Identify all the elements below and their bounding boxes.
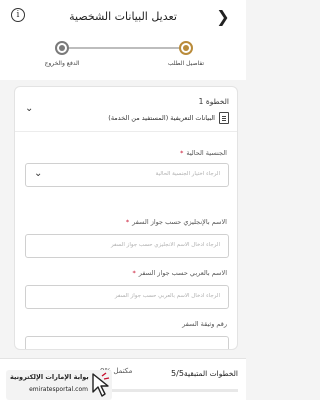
step-label-payment: الدفع والخروج: [44, 60, 80, 67]
watermark-url: emiratesportal.com: [29, 386, 88, 393]
chevron-down-icon: ⌄: [34, 168, 43, 179]
steps-count: 5/5: [171, 369, 184, 378]
english-name-label: * الاسم بالإنجليزي حسب جواز السفر: [125, 218, 227, 226]
required-mark: *: [125, 218, 130, 226]
collapse-section-button[interactable]: ⌄: [25, 103, 33, 114]
arabic-name-label: * الاسم بالعربي حسب جواز السفر: [132, 269, 228, 277]
document-icon: [219, 112, 229, 124]
english-name-placeholder: الرجاء ادخال الاسم الانجليزي حسب جواز ال…: [111, 242, 220, 248]
cursor-icon: [92, 372, 110, 397]
travel-doc-input[interactable]: [25, 336, 229, 349]
step-number: الخطوة 1: [198, 97, 229, 106]
travel-doc-label: رقم وثيقة السفر: [182, 320, 227, 328]
watermark-title: بوابة الإمارات الإلكترونية: [10, 373, 89, 381]
back-button[interactable]: ❯: [212, 6, 234, 28]
info-icon[interactable]: i: [11, 8, 25, 22]
stepper-line: [62, 47, 186, 49]
chevron-down-icon: ⌄: [25, 103, 34, 114]
divider: [15, 131, 237, 132]
required-mark: *: [132, 269, 136, 277]
arabic-name-input[interactable]: الرجاء ادخال الاسم بالعربي حسب جواز السف…: [25, 285, 229, 309]
nationality-placeholder: الرجاء اختيار الجنسية الحالية: [155, 171, 220, 177]
top-bar: ❯ تعديل البيانات الشخصية i: [0, 0, 246, 34]
step-indicator-active: [179, 41, 193, 55]
progress-stepper: تفاصيل الطلب الدفع والخروج: [0, 34, 246, 80]
chevron-left-icon: ❯: [216, 7, 230, 26]
step-indicator-inactive: [55, 41, 69, 55]
watermark-logo: بوابة الإمارات الإلكترونية emiratesporta…: [6, 370, 112, 400]
page-title: تعديل البيانات الشخصية: [69, 10, 177, 23]
required-mark: *: [180, 149, 184, 157]
remaining-steps: الخطوات المتبقية5/5: [171, 369, 238, 378]
arabic-name-placeholder: الرجاء ادخال الاسم بالعربي حسب جواز السف…: [114, 293, 220, 299]
step-label-details: تفاصيل الطلب: [167, 60, 205, 67]
english-name-input[interactable]: الرجاء ادخال الاسم الانجليزي حسب جواز ال…: [25, 234, 229, 258]
section-title: البيانات التعريفية (المستفيد من الخدمة): [108, 114, 215, 122]
nationality-select[interactable]: الرجاء اختيار الجنسية الحالية ⌄: [25, 163, 229, 187]
nationality-label: * الجنسية الحالية: [180, 149, 227, 157]
form-card: الخطوة 1 البيانات التعريفية (المستفيد من…: [14, 86, 238, 350]
